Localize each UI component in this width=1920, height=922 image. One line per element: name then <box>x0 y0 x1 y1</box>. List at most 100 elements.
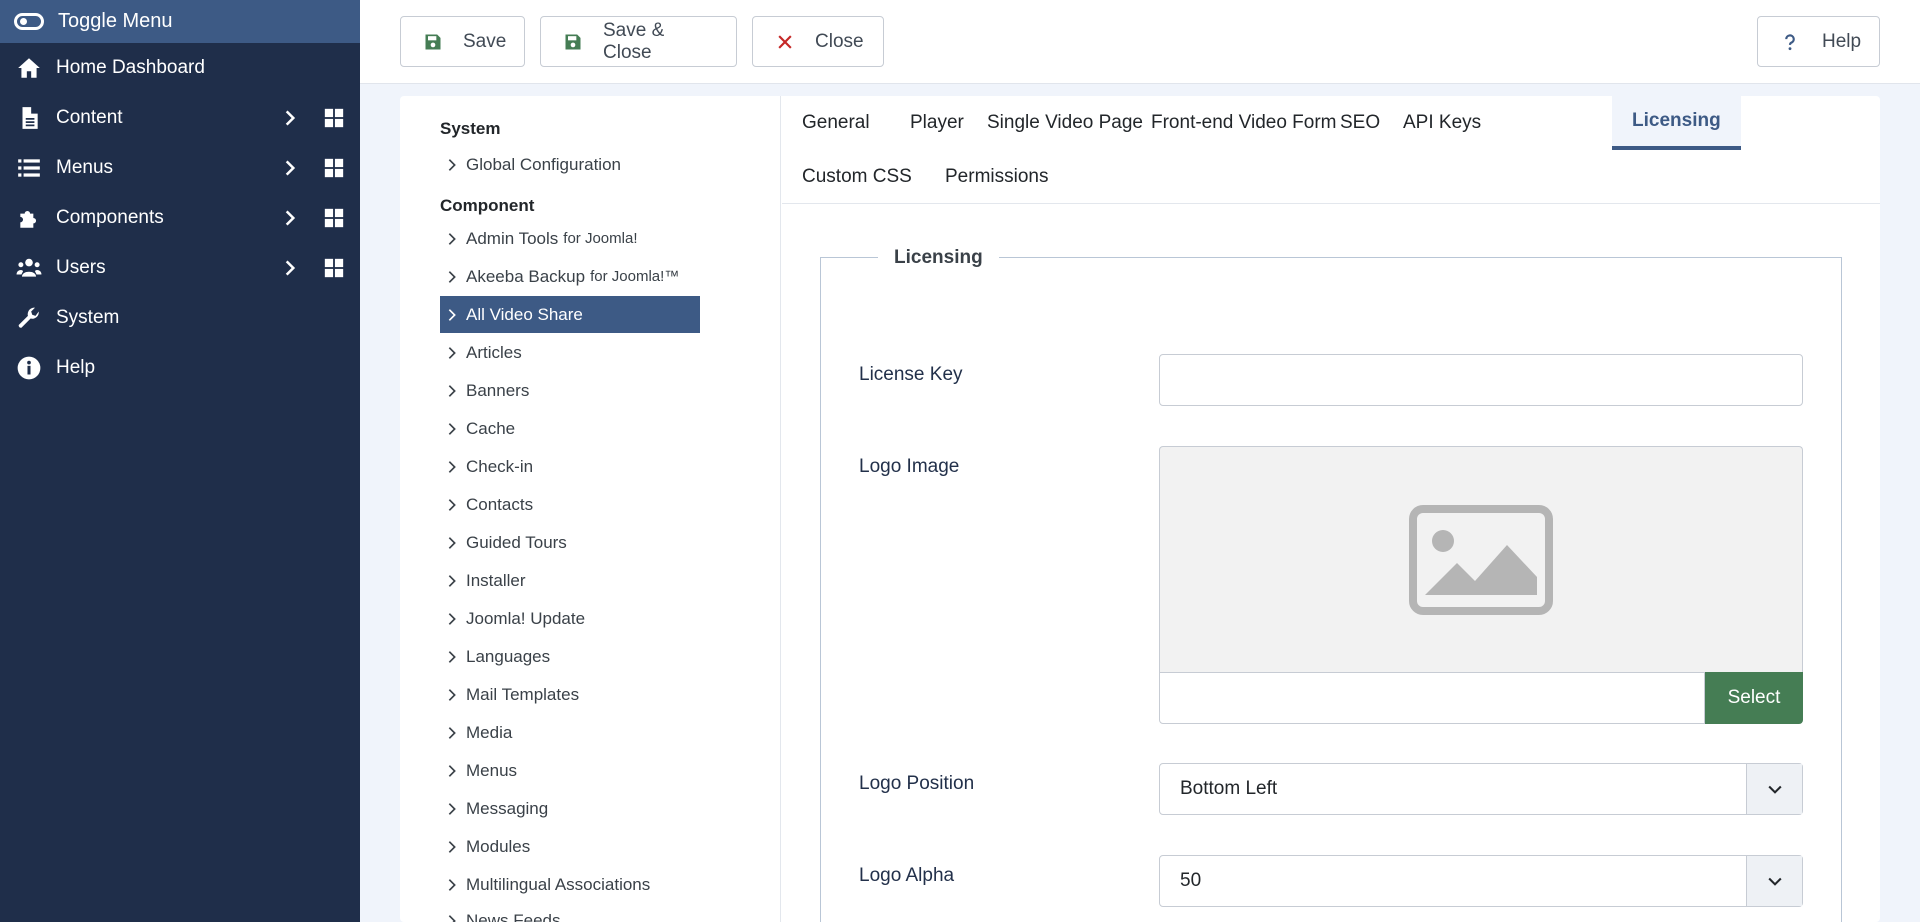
chevron-right-icon[interactable] <box>280 258 300 284</box>
logo-alpha-value: 50 <box>1180 870 1202 891</box>
chevron-down-icon <box>1746 856 1802 906</box>
chevron-right-icon <box>444 157 466 173</box>
dashboard-grid-icon[interactable] <box>323 107 345 135</box>
nav-item-label: News Feeds <box>466 910 561 922</box>
nav-item-news-feeds[interactable]: News Feeds <box>440 902 700 922</box>
nav-item-banners[interactable]: Banners <box>440 372 700 409</box>
nav-item-menus[interactable]: Menus <box>440 752 700 789</box>
nav-item-label: Cache <box>466 418 516 438</box>
save-and-close-label: Save & Close <box>603 19 665 63</box>
nav-item-admin-tools[interactable]: Admin Tools for Joomla! <box>440 220 700 257</box>
nav-item-label: Global Configuration <box>466 154 621 174</box>
chevron-right-icon[interactable] <box>280 208 300 234</box>
settings-tabs: General Player Single Video Page Front-e… <box>782 96 1880 204</box>
logo-image-path-input[interactable] <box>1159 672 1705 724</box>
nav-item-messaging[interactable]: Messaging <box>440 790 700 827</box>
sidebar-item-users[interactable]: Users <box>0 243 360 293</box>
logo-alpha-select[interactable]: 50 <box>1159 855 1803 907</box>
logo-position-select[interactable]: Bottom Left <box>1159 763 1803 815</box>
chevron-right-icon[interactable] <box>280 108 300 134</box>
nav-item-all-video-share[interactable]: All Video Share <box>440 296 700 333</box>
component-heading: Component <box>440 196 535 215</box>
chevron-right-icon <box>444 611 466 627</box>
nav-item-cache[interactable]: Cache <box>440 410 700 447</box>
chevron-right-icon <box>444 913 466 922</box>
close-icon <box>775 32 795 52</box>
logo-position-label: Logo Position <box>859 773 975 794</box>
close-button[interactable]: Close <box>752 16 884 67</box>
license-key-input[interactable] <box>1159 354 1803 406</box>
chevron-right-icon <box>444 231 466 247</box>
chevron-right-icon <box>444 459 466 475</box>
nav-item-label: Mail Templates <box>466 684 580 704</box>
question-icon <box>1780 32 1800 52</box>
nav-item-label: Akeeba Backup <box>466 266 586 286</box>
logo-image-label: Logo Image <box>859 456 960 477</box>
dashboard-grid-icon[interactable] <box>323 257 345 285</box>
select-image-button[interactable]: Select <box>1705 672 1803 724</box>
nav-item-media[interactable]: Media <box>440 714 700 751</box>
main-card: System Global Configuration Component Ad… <box>400 96 1880 922</box>
chevron-right-icon <box>444 307 466 323</box>
nav-item-multilingual-associations[interactable]: Multilingual Associations <box>440 866 700 903</box>
nav-item-label: Banners <box>466 380 530 400</box>
toggle-menu-label: Toggle Menu <box>58 10 173 32</box>
image-placeholder-icon <box>1409 504 1553 615</box>
save-button[interactable]: Save <box>400 16 525 67</box>
nav-item-label: Media <box>466 722 513 742</box>
sidebar-item-label: Users <box>56 257 106 278</box>
users-icon <box>14 255 44 281</box>
sidebar-item-help[interactable]: Help <box>0 343 360 393</box>
toggle-menu-button[interactable]: Toggle Menu <box>0 0 360 43</box>
dashboard-grid-icon[interactable] <box>323 207 345 235</box>
sidebar-item-menus[interactable]: Menus <box>0 143 360 193</box>
nav-item-languages[interactable]: Languages <box>440 638 700 675</box>
nav-item-label: Menus <box>466 760 518 780</box>
sidebar-item-label: Components <box>56 207 164 228</box>
sidebar-item-system[interactable]: System <box>0 293 360 343</box>
dashboard-grid-icon[interactable] <box>323 157 345 185</box>
home-icon <box>14 55 44 81</box>
nav-item-joomla-update[interactable]: Joomla! Update <box>440 600 700 637</box>
sidebar-item-components[interactable]: Components <box>0 193 360 243</box>
chevron-right-icon <box>444 345 466 361</box>
tab-custom-css[interactable]: Custom CSS <box>782 150 932 204</box>
close-label: Close <box>815 30 864 52</box>
nav-item-label: Check-in <box>466 456 534 476</box>
tab-permissions[interactable]: Permissions <box>925 150 1068 204</box>
nav-item-mail-templates[interactable]: Mail Templates <box>440 676 700 713</box>
tab-licensing[interactable]: Licensing <box>1612 96 1741 150</box>
chevron-right-icon <box>444 687 466 703</box>
nav-item-guided-tours[interactable]: Guided Tours <box>440 524 700 561</box>
nav-item-contacts[interactable]: Contacts <box>440 486 700 523</box>
nav-item-suffix: for Joomla!™ <box>590 268 680 285</box>
logo-alpha-label: Logo Alpha <box>859 865 955 886</box>
fieldset-legend: Licensing <box>878 247 999 269</box>
chevron-right-icon <box>444 497 466 513</box>
nav-item-modules[interactable]: Modules <box>440 828 700 865</box>
nav-item-label: All Video Share <box>466 304 583 324</box>
nav-item-label: Modules <box>466 836 531 856</box>
save-and-close-button[interactable]: Save & Close <box>540 16 737 67</box>
sidebar-item-content[interactable]: Content <box>0 93 360 143</box>
component-nav: System Global Configuration Component Ad… <box>400 96 781 922</box>
sidebar-item-home-dashboard[interactable]: Home Dashboard <box>0 43 360 93</box>
info-icon <box>14 355 44 381</box>
nav-item-akeeba-backup[interactable]: Akeeba Backup for Joomla!™ <box>440 258 700 295</box>
nav-item-articles[interactable]: Articles <box>440 334 700 371</box>
tab-general[interactable]: General <box>782 96 890 150</box>
chevron-right-icon[interactable] <box>280 158 300 184</box>
help-button[interactable]: Help <box>1757 16 1880 67</box>
puzzle-icon <box>14 205 44 231</box>
nav-item-label: Guided Tours <box>466 532 567 552</box>
tab-api-keys[interactable]: API Keys <box>1383 96 1501 150</box>
nav-item-suffix: for Joomla! <box>563 230 638 247</box>
toggle-icon <box>14 13 44 30</box>
toolbar: Save Save & Close Close Help <box>360 0 1920 84</box>
nav-item-installer[interactable]: Installer <box>440 562 700 599</box>
nav-item-check-in[interactable]: Check-in <box>440 448 700 485</box>
nav-item-label: Admin Tools <box>466 228 559 248</box>
nav-item-global-configuration[interactable]: Global Configuration <box>440 146 700 183</box>
chevron-right-icon <box>444 763 466 779</box>
wrench-icon <box>14 305 44 331</box>
